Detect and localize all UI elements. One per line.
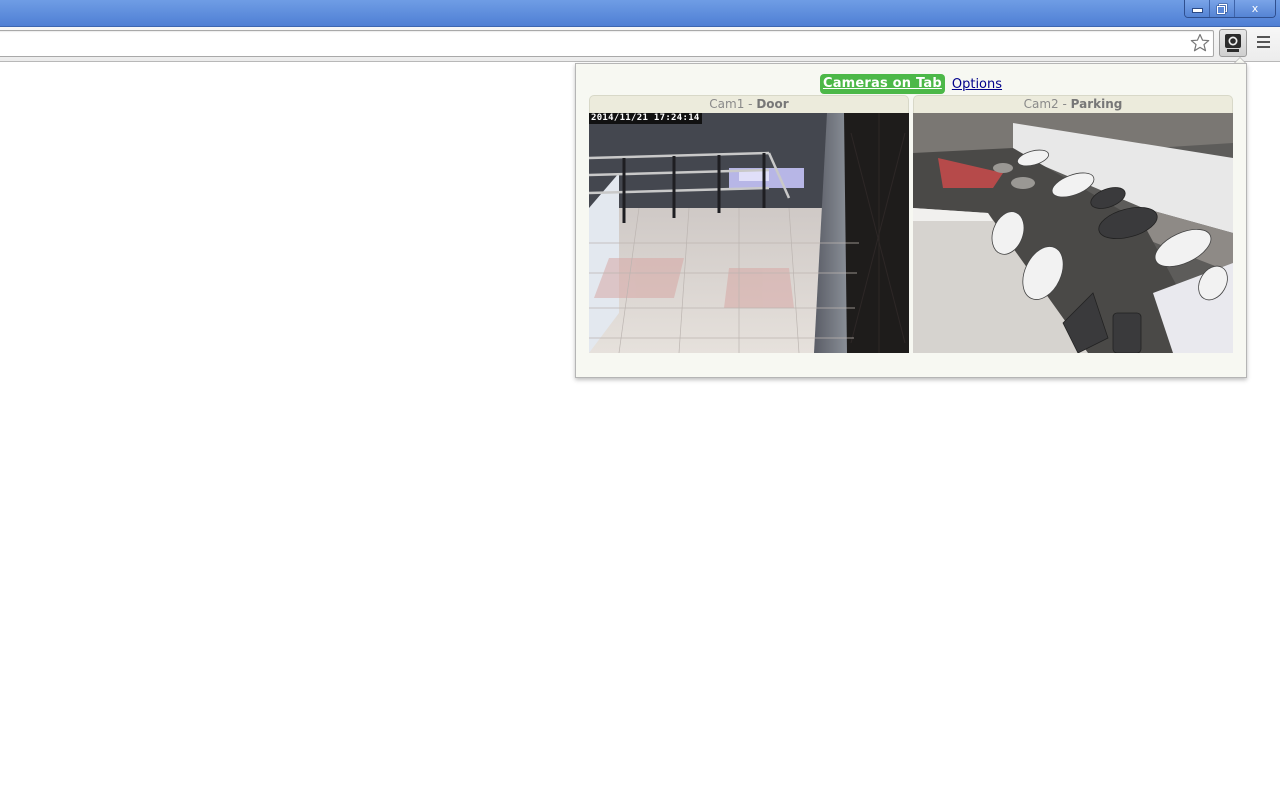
hamburger-menu-icon[interactable]	[1257, 36, 1270, 48]
minimize-button[interactable]	[1185, 0, 1209, 17]
minimize-icon	[1192, 8, 1203, 13]
options-link[interactable]: Options	[952, 77, 1002, 92]
camera-extension-button[interactable]	[1219, 29, 1247, 57]
restore-button[interactable]	[1209, 0, 1234, 17]
parking-camera-image	[913, 113, 1233, 353]
camera-icon	[1224, 33, 1242, 53]
close-button[interactable]: x	[1234, 0, 1275, 17]
camera-name: Door	[756, 97, 788, 111]
camera-title: Cam1 - Door	[589, 95, 909, 113]
camera-feed-parking[interactable]	[913, 113, 1233, 353]
camera-name: Parking	[1071, 97, 1123, 111]
camera-timestamp: 2014/11/21 17:24:14	[589, 113, 702, 124]
address-bar[interactable]	[0, 30, 1214, 57]
door-camera-image	[589, 113, 909, 353]
camera-title: Cam2 - Parking	[913, 95, 1233, 113]
cameras-popup: Cameras on Tab Options Cam1 - Door	[575, 63, 1247, 378]
camera-panel-parking: Cam2 - Parking	[913, 95, 1233, 353]
cameras-on-tab-button[interactable]: Cameras on Tab	[820, 74, 945, 94]
camera-feed-door[interactable]: 2014/11/21 17:24:14	[589, 113, 909, 353]
camera-panel-door: Cam1 - Door	[589, 95, 909, 353]
window-title-bar: x	[0, 0, 1280, 27]
popup-header: Cameras on Tab Options	[576, 73, 1246, 95]
restore-icon	[1217, 4, 1227, 14]
window-controls: x	[1184, 0, 1276, 18]
close-icon: x	[1252, 2, 1259, 15]
star-icon[interactable]	[1190, 33, 1210, 53]
browser-toolbar	[0, 27, 1280, 62]
